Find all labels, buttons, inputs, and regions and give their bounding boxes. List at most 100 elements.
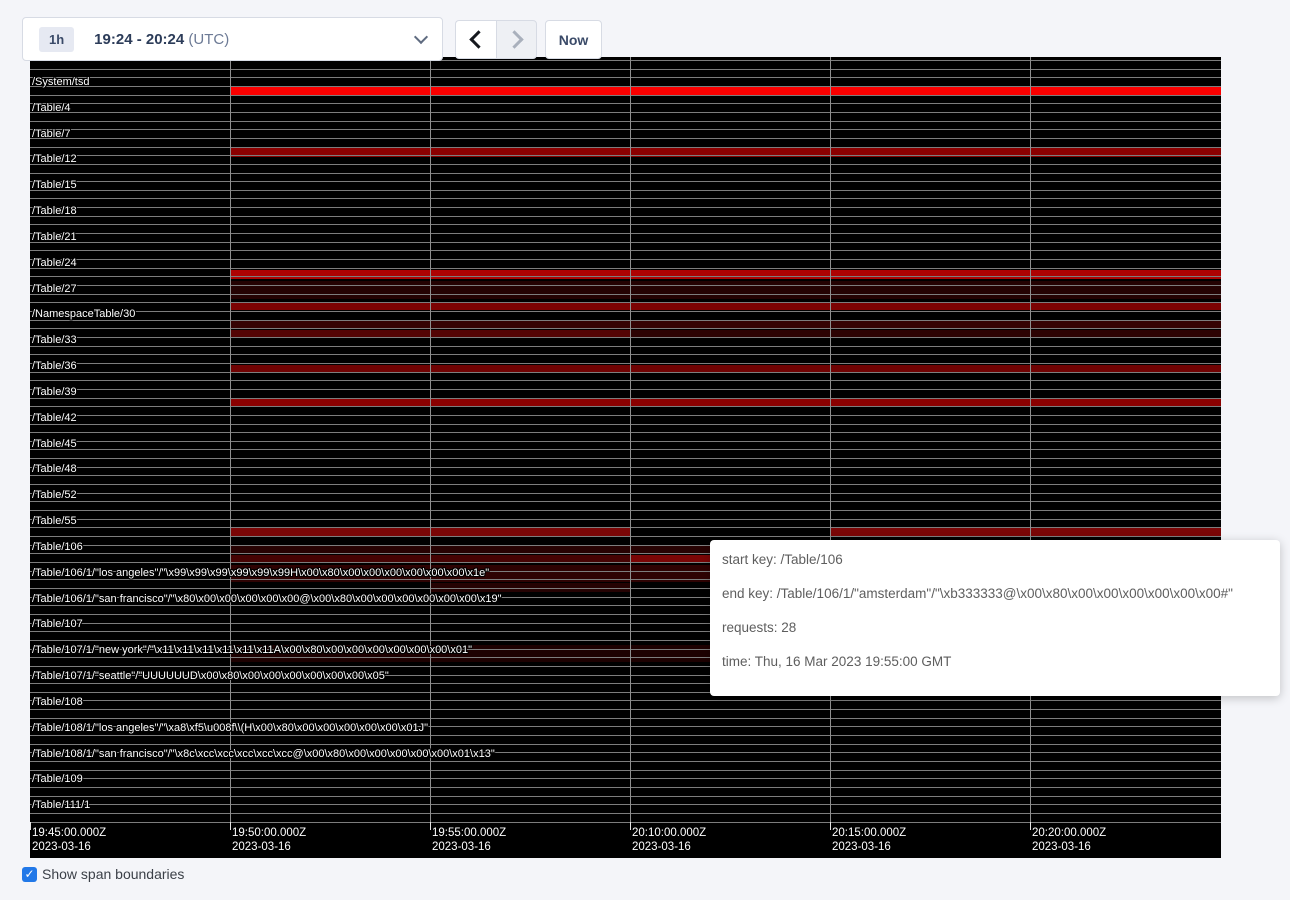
x-axis-date: 2023-03-16 <box>32 840 106 854</box>
row-label: /Table/108/1/"san francisco"/"\x8c\xcc\x… <box>32 748 495 760</box>
x-axis-time: 19:45:00.000Z <box>32 826 106 840</box>
x-axis-label: 20:15:00.000Z2023-03-16 <box>832 826 906 854</box>
row-label: /Table/106/1/"los angeles"/"\x99\x99\x99… <box>32 567 489 579</box>
row-label: /Table/12 <box>32 153 77 165</box>
row-label: /Table/45 <box>32 438 77 450</box>
span-boundary-line <box>30 709 1221 710</box>
span-boundary-line <box>30 155 1221 156</box>
span-boundary-line <box>30 700 1221 701</box>
span-boundary-line <box>30 519 1221 520</box>
span-boundary-line <box>30 822 1221 823</box>
x-axis-date: 2023-03-16 <box>232 840 306 854</box>
row-label: /Table/106 <box>32 541 83 553</box>
row-label: /Table/52 <box>32 489 77 501</box>
span-boundary-line <box>30 510 1221 511</box>
x-axis-label: 19:45:00.000Z2023-03-16 <box>32 826 106 854</box>
span-boundary-line <box>30 770 1221 771</box>
prev-time-window-button[interactable] <box>455 20 496 59</box>
span-boundary-line <box>30 242 1221 243</box>
span-boundary-line <box>30 164 1221 165</box>
row-label: /Table/107/1/"seattle"/"UUUUUUD\x00\x80\… <box>32 670 389 682</box>
span-boundary-line <box>30 95 1221 96</box>
span-boundary-line <box>30 484 1221 485</box>
row-label: /Table/109 <box>32 773 83 785</box>
span-boundary-line <box>30 432 1221 433</box>
span-boundary-line <box>30 735 1221 736</box>
span-boundary-line <box>30 761 1221 762</box>
axis-tick <box>30 822 31 830</box>
key-visualizer-heatmap[interactable]: /System/tsd/Table/4/Table/7/Table/12/Tab… <box>30 57 1221 858</box>
heat-band <box>230 87 1221 95</box>
x-axis-label: 20:20:00.000Z2023-03-16 <box>1032 826 1106 854</box>
chevron-left-icon <box>469 30 487 48</box>
time-range-text: 19:24 - 20:24 (UTC) <box>94 31 229 48</box>
span-boundary-line <box>30 475 1221 476</box>
axis-tick <box>230 822 231 830</box>
chevron-down-icon <box>414 30 428 44</box>
span-boundary-line <box>30 718 1221 719</box>
span-boundary-line <box>30 787 1221 788</box>
time-bucket-line <box>630 57 631 823</box>
span-boundary-line <box>30 458 1221 459</box>
span-boundary-line <box>30 294 1221 295</box>
row-label: /Table/39 <box>32 386 77 398</box>
span-boundary-line <box>30 129 1221 130</box>
row-label: /Table/4 <box>32 102 71 114</box>
span-boundary-line <box>30 320 1221 321</box>
x-axis-label: 19:50:00.000Z2023-03-16 <box>232 826 306 854</box>
x-axis-time: 19:50:00.000Z <box>232 826 306 840</box>
time-range-value: 19:24 - 20:24 <box>94 31 184 48</box>
time-window-selector[interactable]: 1h 19:24 - 20:24 (UTC) <box>22 17 443 61</box>
span-boundary-line <box>30 415 1221 416</box>
x-axis-time: 20:10:00.000Z <box>632 826 706 840</box>
x-axis-date: 2023-03-16 <box>832 840 906 854</box>
now-button[interactable]: Now <box>545 20 602 59</box>
span-boundary-line <box>30 268 1221 269</box>
span-boundary-line <box>30 354 1221 355</box>
row-label: /Table/48 <box>32 463 77 475</box>
axis-tick <box>430 822 431 830</box>
span-boundary-line <box>30 285 1221 286</box>
row-label: /Table/24 <box>32 257 77 269</box>
row-label: /Table/36 <box>32 360 77 372</box>
span-boundary-line <box>30 778 1221 779</box>
span-boundary-line <box>30 398 1221 399</box>
axis-tick <box>830 822 831 830</box>
show-span-boundaries-checkbox[interactable]: ✓ <box>22 867 37 882</box>
span-boundary-line <box>30 86 1221 87</box>
span-boundary-line <box>30 311 1221 312</box>
row-label: /Table/42 <box>32 412 77 424</box>
tooltip-requests: requests: 28 <box>722 621 1268 635</box>
next-time-window-button[interactable] <box>496 20 537 59</box>
span-boundary-line <box>30 190 1221 191</box>
span-boundary-line <box>30 181 1221 182</box>
row-label: /Table/107 <box>32 618 83 630</box>
heat-band <box>230 281 1221 299</box>
span-boundary-line <box>30 173 1221 174</box>
span-boundary-line <box>30 77 1221 78</box>
time-window-badge: 1h <box>39 27 74 52</box>
x-axis-date: 2023-03-16 <box>1032 840 1106 854</box>
row-label: /Table/108 <box>32 696 83 708</box>
x-axis-label: 19:55:00.000Z2023-03-16 <box>432 826 506 854</box>
span-boundary-line <box>30 501 1221 502</box>
heat-band <box>230 270 1221 279</box>
span-boundary-line <box>30 389 1221 390</box>
axis-tick <box>1030 822 1031 830</box>
span-boundary-line <box>30 276 1221 277</box>
row-label: /Table/15 <box>32 179 77 191</box>
span-tooltip: start key: /Table/106 end key: /Table/10… <box>710 540 1280 696</box>
time-bucket-line <box>430 57 431 823</box>
span-boundary-line <box>30 224 1221 225</box>
span-boundary-line <box>30 302 1221 303</box>
row-label: /Table/111/1 <box>32 799 90 811</box>
span-boundary-line <box>30 112 1221 113</box>
x-axis-date: 2023-03-16 <box>632 840 706 854</box>
row-label: /Table/106/1/"san francisco"/"\x80\x00\x… <box>32 593 502 605</box>
x-axis-time: 20:20:00.000Z <box>1032 826 1106 840</box>
row-label: /System/tsd <box>32 76 89 88</box>
row-label: /Table/18 <box>32 205 77 217</box>
row-label: /Table/7 <box>32 128 71 140</box>
row-label: /Table/55 <box>32 515 77 527</box>
span-boundary-line <box>30 372 1221 373</box>
